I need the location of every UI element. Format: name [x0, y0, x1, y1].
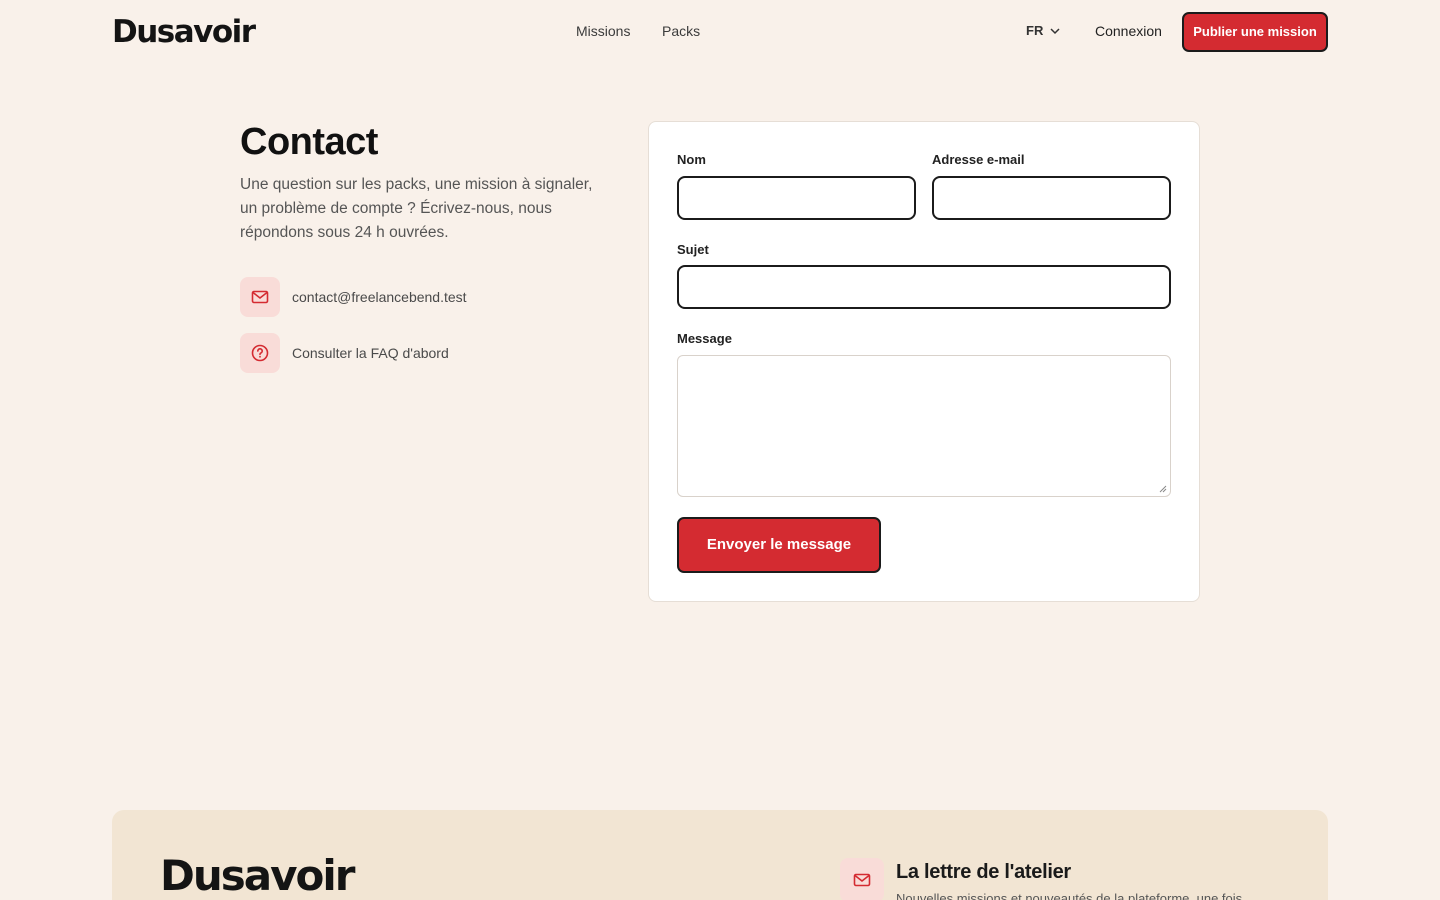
language-label: FR: [1026, 23, 1044, 38]
publish-mission-button[interactable]: Publier une mission: [1182, 12, 1328, 52]
nav-missions[interactable]: Missions: [576, 22, 630, 40]
contact-email-item[interactable]: contact@freelancebend.test: [240, 277, 467, 317]
resize-handle-icon[interactable]: [1159, 485, 1167, 493]
intro-text: Une question sur les packs, une mission …: [240, 176, 593, 241]
contact-email[interactable]: contact@freelancebend.test: [292, 289, 467, 305]
page-title: Contact: [240, 121, 378, 163]
help-circle-icon: [240, 333, 280, 373]
subject-input[interactable]: [677, 265, 1171, 309]
send-message-button[interactable]: Envoyer le message: [677, 517, 881, 573]
mail-icon: [240, 277, 280, 317]
footer-logo[interactable]: Dusavoir: [160, 852, 355, 900]
newsletter-description: Nouvelles missions et nouveautés de la p…: [896, 891, 1243, 900]
language-selector[interactable]: FR: [1026, 22, 1061, 40]
message-textarea[interactable]: [677, 355, 1171, 497]
site-header: Dusavoir Missions Packs FR Connexion Pub…: [0, 0, 1440, 64]
nav-packs[interactable]: Packs: [662, 22, 700, 40]
faq-link[interactable]: Consulter la FAQ d'abord: [292, 345, 449, 361]
newsletter-title: La lettre de l'atelier: [896, 861, 1071, 883]
login-link[interactable]: Connexion: [1095, 22, 1162, 40]
subject-label: Sujet: [677, 242, 709, 257]
contact-faq-item[interactable]: Consulter la FAQ d'abord: [240, 333, 449, 373]
newsletter-mail-icon: [840, 858, 884, 900]
email-input[interactable]: [932, 176, 1171, 220]
email-label: Adresse e-mail: [932, 152, 1025, 167]
chevron-down-icon: [1050, 28, 1060, 35]
site-footer: Dusavoir La lettre de l'atelier Nouvelle…: [112, 810, 1328, 900]
contact-form-card: Nom Adresse e-mail Sujet Message Envoyer…: [648, 121, 1200, 602]
logo[interactable]: Dusavoir: [112, 14, 256, 50]
message-label: Message: [677, 331, 732, 346]
name-input[interactable]: [677, 176, 916, 220]
name-label: Nom: [677, 152, 706, 167]
